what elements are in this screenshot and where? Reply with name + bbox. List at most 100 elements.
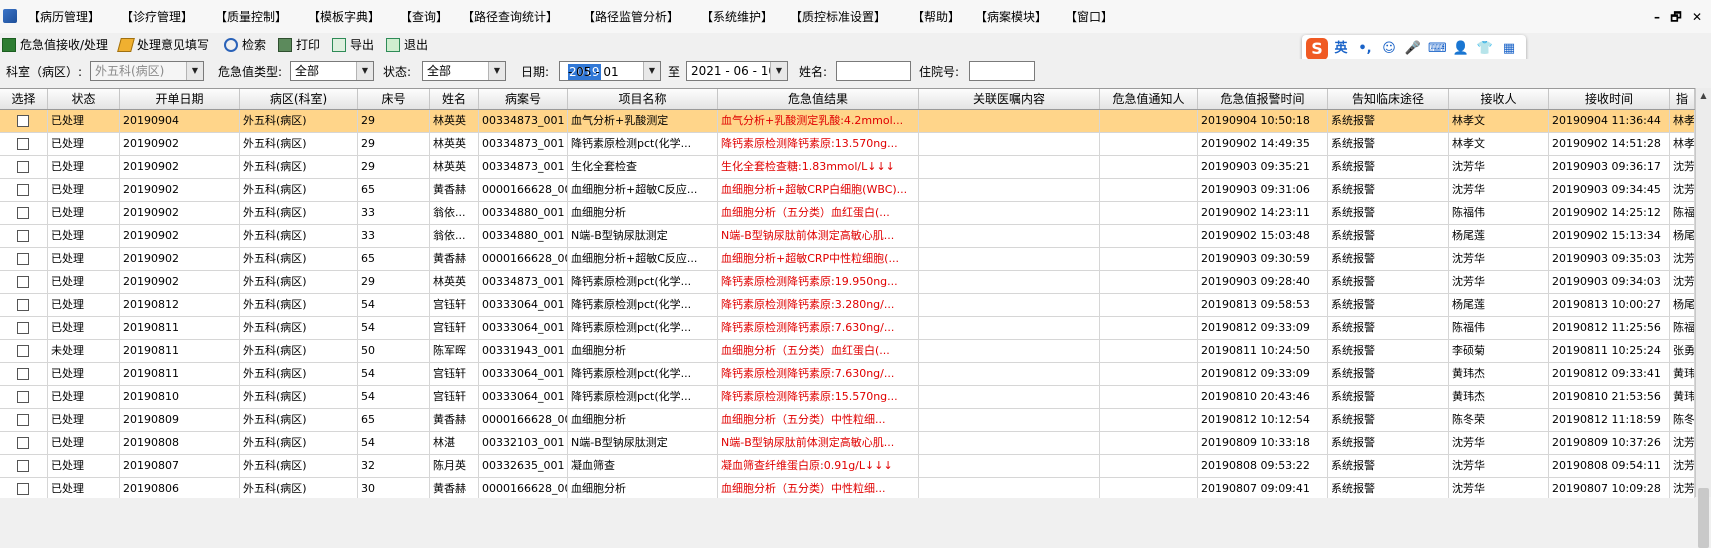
dept-select[interactable]: 外五科(病区) ▼ [90,61,204,81]
row-checkbox[interactable] [17,276,29,288]
column-header-15[interactable]: 指 [1670,89,1695,109]
table-cell [919,271,1100,293]
table-cell: 宫钰轩 [430,363,479,385]
row-checkbox[interactable] [17,299,29,311]
table-row[interactable]: 未处理 20190811 外五科(病区) 50 陈军晖 00331943_001 血细胞分析… [0,340,1695,363]
column-header-5[interactable]: 姓名 [430,89,479,109]
menu-item-7[interactable]: 【系统维护】 [701,9,773,25]
column-header-9[interactable]: 关联医嘱内容 [919,89,1100,109]
table-row[interactable]: 已处理 20190808 外五科(病区) 54 林湛 00332103_001 N端-B型钠… [0,432,1695,455]
row-checkbox[interactable] [17,322,29,334]
column-header-8[interactable]: 危急值结果 [718,89,919,109]
column-header-6[interactable]: 病案号 [479,89,568,109]
column-header-0[interactable]: 选择 [0,89,48,109]
menu-item-11[interactable]: 【窗口】 [1065,9,1113,25]
column-header-13[interactable]: 接收人 [1449,89,1549,109]
row-checkbox[interactable] [17,115,29,127]
column-header-7[interactable]: 项目名称 [568,89,718,109]
row-checkbox[interactable] [17,368,29,380]
table-row[interactable]: 已处理20190806外五科(病区)30黄香赫0000166628_002血细胞… [0,478,1695,498]
menu-item-5[interactable]: 【路径查询统计】 [462,9,558,25]
column-header-4[interactable]: 床号 [358,89,430,109]
date-from-picker[interactable]: 2019 - 05 - 01 ▼ [559,61,661,81]
ime-voice-icon[interactable]: 🎤 [1404,40,1422,58]
column-header-11[interactable]: 危急值报警时间 [1198,89,1328,109]
table-row[interactable]: 已处理20190902外五科(病区)65黄香赫0000166628_003血细胞… [0,179,1695,202]
name-input[interactable] [836,61,911,81]
menu-item-0[interactable]: 【病历管理】 [28,9,100,25]
column-header-1[interactable]: 状态 [48,89,120,109]
ime-keyboard-icon[interactable]: ⌨ [1428,40,1447,58]
menu-item-8[interactable]: 【质控标准设置】 [790,9,886,25]
select-cell [0,248,48,270]
table-row[interactable]: 已处理 20190810 外五科(病区) 54 宫钰轩 00333064_001 降钙素原检… [0,386,1695,409]
ime-skin-icon[interactable]: 👕 [1476,40,1494,58]
critical-type-select[interactable]: 全部 ▼ [290,61,374,81]
table-row[interactable]: 已处理 20190902 外五科(病区) 33 翁依... 00334880_001 血细胞… [0,202,1695,225]
row-checkbox[interactable] [17,460,29,472]
row-checkbox[interactable] [17,414,29,426]
status-select[interactable]: 全部 ▼ [422,61,506,81]
menu-item-6[interactable]: 【路径监管分析】 [583,9,679,25]
table-row[interactable]: 已处理 20190902 外五科(病区) 33 翁依... 00334880_001 N端-… [0,225,1695,248]
column-header-2[interactable]: 开单日期 [120,89,240,109]
ime-language-toggle[interactable]: 英 [1332,40,1350,58]
table-row[interactable]: 已处理 20190811 外五科(病区) 54 宫钰轩 00333064_001 降钙素原检… [0,363,1695,386]
fill-opinion-button[interactable]: 处理意见填写 [117,36,209,54]
table-row[interactable]: 已处理 20190902 外五科(病区) 29 林英英 00334873_001 降钙素原检… [0,271,1695,294]
table-row[interactable]: 已处理 20190811 外五科(病区) 54 宫钰轩 00333064_001 降钙素原检… [0,317,1695,340]
menu-item-1[interactable]: 【诊疗管理】 [121,9,193,25]
chevron-down-icon[interactable]: ▼ [488,62,505,80]
row-checkbox[interactable] [17,253,29,265]
row-checkbox[interactable] [17,230,29,242]
ime-user-icon[interactable]: 👤 [1452,40,1470,58]
row-checkbox[interactable] [17,483,29,495]
column-header-10[interactable]: 危急值通知人 [1100,89,1198,109]
table-cell: 20190807 09:09:41 [1198,478,1328,498]
row-checkbox[interactable] [17,184,29,196]
row-checkbox[interactable] [17,207,29,219]
ime-emoji-icon[interactable]: ☺ [1380,40,1398,58]
row-checkbox[interactable] [17,391,29,403]
column-header-14[interactable]: 接收时间 [1549,89,1670,109]
row-checkbox[interactable] [17,161,29,173]
receive-handle-button[interactable]: 危急值接收/处理 [2,36,108,54]
search-button[interactable]: 检索 [224,36,266,54]
menu-item-3[interactable]: 【模板字典】 [308,9,380,25]
row-checkbox[interactable] [17,138,29,150]
chevron-down-icon[interactable]: ▼ [186,62,203,80]
vertical-scrollbar[interactable]: ▲ [1695,88,1711,548]
ime-toolbox-icon[interactable]: ▦ [1500,40,1518,58]
table-row[interactable]: 已处理20190809外五科(病区)65黄香赫0000166628_002血细胞… [0,409,1695,432]
chevron-down-icon[interactable]: ▼ [643,62,660,80]
menu-item-9[interactable]: 【帮助】 [912,9,960,25]
menu-item-4[interactable]: 【查询】 [400,9,448,25]
table-row[interactable]: 已处理 20190807 外五科(病区) 32 陈月英 00332635_001 凝血筛查凝… [0,455,1695,478]
table-row[interactable]: 已处理 20190812 外五科(病区) 54 宫钰轩 00333064_001 降钙素原检… [0,294,1695,317]
table-row[interactable]: 已处理 20190902 外五科(病区) 29 林英英 00334873_001 生化全套检… [0,156,1695,179]
menu-item-10[interactable]: 【病案模块】 [975,9,1047,25]
export-button[interactable]: 导出 [332,36,374,54]
scroll-up-icon[interactable]: ▲ [1696,88,1711,104]
menu-item-2[interactable]: 【质量控制】 [215,9,287,25]
chevron-down-icon[interactable]: ▼ [356,62,373,80]
close-icon[interactable]: ✕ [1689,9,1705,25]
chevron-down-icon[interactable]: ▼ [770,62,787,80]
scrollbar-thumb[interactable] [1698,488,1709,548]
row-checkbox[interactable] [17,345,29,357]
print-button[interactable]: 打印 [278,36,320,54]
row-checkbox[interactable] [17,437,29,449]
table-row[interactable]: 已处理 20190902 外五科(病区) 29 林英英 00334873_001 降钙素原检… [0,133,1695,156]
date-to-value[interactable]: 2021 - 06 - 10 [691,63,776,79]
column-header-3[interactable]: 病区(科室) [240,89,358,109]
exit-button[interactable]: 退出 [386,36,428,54]
date-from-rest[interactable]: - 05 - 01 [568,64,619,80]
date-to-picker[interactable]: 2021 - 06 - 10 ▼ [686,61,788,81]
column-header-12[interactable]: 告知临床途径 [1328,89,1449,109]
table-row[interactable]: 已处理20190902外五科(病区)65黄香赫0000166628_003血细胞… [0,248,1695,271]
inpatient-no-input[interactable] [969,61,1035,81]
minimize-icon[interactable]: – [1649,9,1665,25]
ime-punctuation-icon[interactable]: •, [1356,40,1374,58]
restore-icon[interactable]: 🗗 [1668,9,1684,25]
table-row[interactable]: 已处理 20190904 外五科(病区) 29 林英英 00334873_001 血气分析+… [0,110,1695,133]
